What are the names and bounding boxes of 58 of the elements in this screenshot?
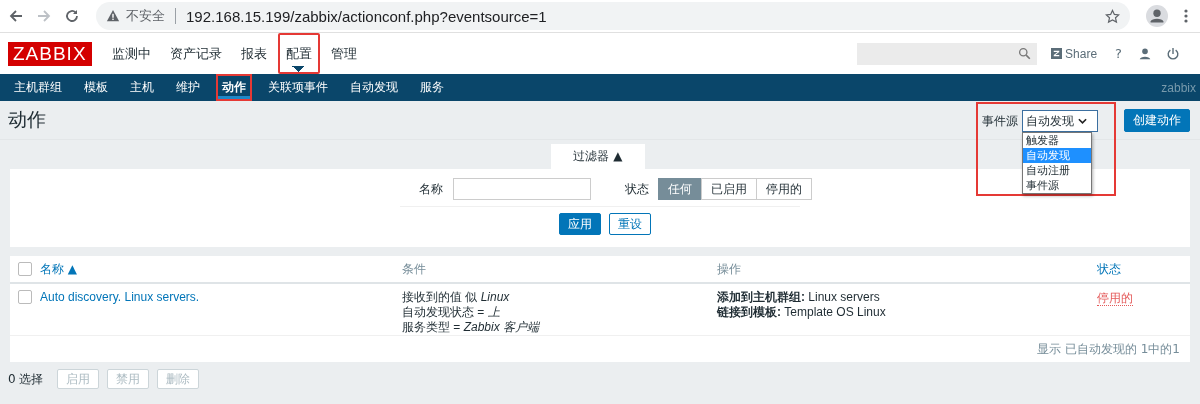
dropdown-option[interactable]: 事件源	[1023, 178, 1091, 193]
share-link[interactable]: Share	[1051, 46, 1098, 61]
status-label: 状态	[624, 180, 649, 198]
event-source-select[interactable]: 自动发现	[1022, 110, 1098, 132]
name-input-field[interactable]	[452, 178, 591, 200]
address-bar[interactable]: 不安全 192.168.15.199/zabbix/actionconf.php?eventsource=1	[96, 2, 1130, 30]
submenu-item[interactable]: 维护	[170, 74, 206, 101]
search-field[interactable]	[857, 42, 1038, 65]
action-name-link[interactable]: Auto discovery. Linux servers.	[40, 290, 200, 304]
zabbix-logo[interactable]: ZABBIX	[8, 41, 92, 66]
search-icon[interactable]	[1018, 47, 1032, 60]
submenu-item[interactable]: 关联项事件	[262, 74, 334, 101]
create-action-button[interactable]: 创建动作	[1124, 108, 1190, 132]
submenu-item[interactable]: 动作	[216, 74, 252, 101]
page-title: 动作	[8, 107, 46, 132]
power-icon[interactable]	[1166, 46, 1180, 61]
submenu-item[interactable]: 自动发现	[344, 74, 404, 101]
submenu-item[interactable]: 服务	[414, 74, 450, 101]
dropdown-option[interactable]: 触发器	[1023, 133, 1091, 148]
status-option[interactable]: 停用的	[755, 178, 812, 200]
sort-column-header[interactable]: 名称 ▲	[40, 261, 78, 276]
submenu-item[interactable]: 模板	[78, 74, 114, 101]
status-link[interactable]: 停用的	[1097, 291, 1133, 306]
url-text: 192.168.15.199/zabbix/actionconf.php?eventsource=1	[186, 7, 548, 25]
user-profile-icon[interactable]	[1138, 46, 1152, 61]
table-summary: 显示 已自动发现的 1中的1	[1037, 340, 1180, 358]
filter-tab[interactable]: 过滤器 ▲	[551, 144, 645, 169]
avatar-icon[interactable]	[1146, 5, 1168, 27]
warning-icon	[106, 9, 120, 23]
main-menu-item[interactable]: 配置	[277, 33, 320, 74]
condition-text: 服务类型 = Zabbix 客户端	[402, 320, 541, 335]
status-option[interactable]: 已启用	[700, 178, 757, 200]
help-link[interactable]: ?	[1115, 46, 1122, 61]
security-label: 不安全	[126, 7, 165, 25]
chevron-down-icon	[1078, 118, 1087, 124]
back-icon[interactable]	[8, 8, 24, 24]
reload-icon[interactable]	[64, 8, 80, 24]
selected-count: 0 选择	[8, 370, 44, 388]
reset-button[interactable]: 重设	[609, 213, 651, 235]
submenu-item[interactable]: 主机	[124, 74, 160, 101]
condition-text: 接收到的值 似 Linux	[402, 290, 511, 305]
column-header: 操作	[717, 261, 741, 276]
name-label: 名称	[418, 180, 443, 198]
more-menu-icon[interactable]	[1184, 8, 1188, 24]
condition-text: 自动发现状态 = 上	[402, 305, 501, 320]
column-header: 条件	[402, 261, 426, 276]
operation-text: 添加到主机群组: Linux servers	[717, 290, 881, 305]
apply-button[interactable]: 应用	[559, 213, 601, 235]
zabbix-share-icon	[1051, 48, 1063, 59]
row-checkbox[interactable]	[18, 290, 32, 304]
select-all-checkbox[interactable]	[18, 262, 32, 276]
server-name: zabbix	[1161, 80, 1196, 95]
operation-text: 链接到模板: Template OS Linux	[717, 305, 887, 320]
dropdown-option[interactable]: 自动注册	[1023, 163, 1091, 178]
submenu-item[interactable]: 主机群组	[8, 74, 68, 101]
event-source-label: 事件源	[982, 113, 1018, 130]
star-icon[interactable]	[1105, 8, 1120, 24]
sort-column-header[interactable]: 状态	[1097, 261, 1121, 276]
